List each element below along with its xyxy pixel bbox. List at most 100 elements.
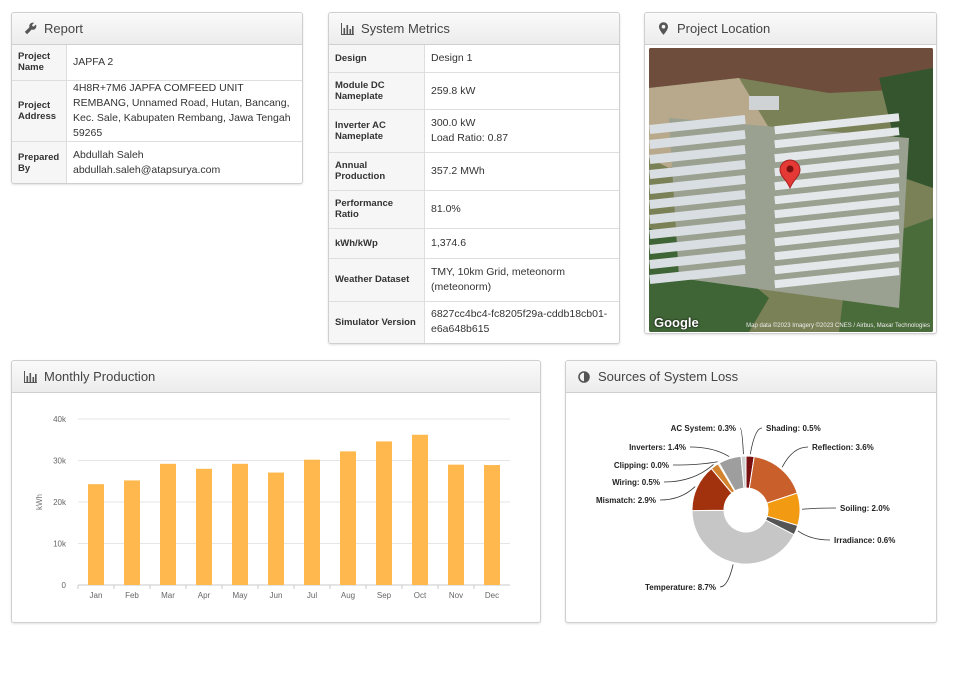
- bar-may[interactable]: [232, 463, 248, 585]
- row-label: Inverter AC Nameplate: [329, 109, 425, 153]
- row-value: 81.0%: [424, 190, 619, 229]
- bar-jan[interactable]: [88, 484, 104, 585]
- bar-nov[interactable]: [448, 464, 464, 585]
- bar-apr[interactable]: [196, 468, 212, 585]
- bar-mar[interactable]: [160, 463, 176, 585]
- x-tick-label: Jan: [90, 591, 103, 600]
- project-location-title: Project Location: [677, 21, 771, 36]
- y-tick-label: 20k: [53, 498, 67, 507]
- monthly-production-header: Monthly Production: [12, 361, 540, 393]
- x-tick-label: Sep: [377, 591, 392, 600]
- x-tick-label: Oct: [414, 591, 427, 600]
- system-metrics-panel: System Metrics Design Design 1 Module DC…: [328, 12, 620, 344]
- row-value: Design 1: [424, 45, 619, 73]
- row-subvalue: Load Ratio: 0.87: [431, 131, 509, 144]
- x-tick-label: Aug: [341, 591, 355, 600]
- pie-leader-line: [781, 446, 809, 468]
- row-label: Design: [329, 45, 425, 73]
- table-row: Project Name JAPFA 2: [12, 45, 302, 81]
- pie-leader-line: [739, 427, 744, 455]
- row-label: Module DC Nameplate: [329, 72, 425, 110]
- pie-label: Wiring: 0.5%: [612, 478, 660, 487]
- system-metrics-header: System Metrics: [329, 13, 619, 45]
- bar-oct[interactable]: [412, 434, 428, 585]
- row-value: TMY, 10km Grid, meteonorm (meteonorm): [424, 258, 619, 302]
- system-loss-panel: Sources of System Loss Shading: 0.5% Refl…: [565, 360, 937, 623]
- monthly-production-panel: Monthly Production 0 10k 20k 30k 40k kWh Jan Fe…: [11, 360, 541, 623]
- row-value: 259.8 kW: [424, 72, 619, 110]
- system-loss-title: Sources of System Loss: [598, 369, 739, 384]
- row-label: Project Address: [12, 80, 67, 142]
- project-location-header: Project Location: [645, 13, 936, 45]
- report-title: Report: [44, 21, 84, 36]
- pie-label: Inverters: 1.4%: [629, 443, 686, 452]
- x-tick-label: Jun: [270, 591, 283, 600]
- monthly-production-chart: 0 10k 20k 30k 40k kWh Jan Feb Mar Apr May Jun Jul Aug…: [35, 415, 510, 600]
- row-label: Weather Dataset: [329, 258, 425, 302]
- cut-off-header-text: [30, 0, 330, 5]
- map-marker-icon: [655, 21, 671, 37]
- x-tick-label: Apr: [198, 591, 211, 600]
- x-tick-label: Nov: [449, 591, 463, 600]
- x-tick-label: Dec: [485, 591, 499, 600]
- row-label: Project Name: [12, 45, 67, 81]
- report-table: Project Name JAPFA 2 Project Address 4H8…: [12, 45, 302, 183]
- satellite-imagery: [649, 48, 933, 332]
- report-panel: Report Project Name JAPFA 2 Project Addr…: [11, 12, 303, 184]
- wrench-icon: [22, 21, 38, 37]
- row-value: Abdullah Saleh: [73, 148, 144, 161]
- pie-label: Clipping: 0.0%: [614, 461, 669, 470]
- google-logo: Google: [654, 315, 699, 330]
- row-value: 300.0 kW: [431, 116, 476, 129]
- pie-leader-line: [797, 530, 831, 541]
- bar-dec[interactable]: [484, 465, 500, 585]
- y-tick-label: 10k: [53, 540, 67, 549]
- bar-sep[interactable]: [376, 441, 392, 585]
- pie-label: Mismatch: 2.9%: [596, 496, 656, 505]
- table-row: Design Design 1: [329, 45, 619, 73]
- report-panel-header: Report: [12, 13, 302, 45]
- row-label: Annual Production: [329, 152, 425, 191]
- satellite-map[interactable]: Google Map data ©2023 Imagery ©2023 CNES…: [649, 48, 933, 332]
- pie-label: Shading: 0.5%: [766, 424, 821, 433]
- bar-jul[interactable]: [304, 459, 320, 585]
- pie-leader-line: [659, 486, 696, 501]
- pie-leader-line: [672, 461, 718, 466]
- table-row: kWh/kWp 1,374.6: [329, 228, 619, 259]
- monthly-production-title: Monthly Production: [44, 369, 156, 384]
- row-value: JAPFA 2: [66, 45, 302, 81]
- y-tick-label: 30k: [53, 457, 67, 466]
- email-link[interactable]: abdullah.saleh@atapsurya.com: [73, 163, 296, 178]
- x-tick-label: Jul: [307, 591, 317, 600]
- map-attribution: Map data ©2023 Imagery ©2023 CNES / Airb…: [746, 323, 930, 329]
- bar-jun[interactable]: [268, 472, 284, 585]
- project-location-panel: Project Location Google Map data ©2023 I…: [644, 12, 937, 334]
- table-row: Performance Ratio 81.0%: [329, 190, 619, 229]
- x-tick-label: Mar: [161, 591, 175, 600]
- table-row: Module DC Nameplate 259.8 kW: [329, 72, 619, 110]
- table-row: Weather Dataset TMY, 10km Grid, meteonor…: [329, 258, 619, 302]
- pie-leader-line: [719, 564, 734, 588]
- system-loss-chart: Shading: 0.5% Reflection: 3.6% Soiling: 2.…: [596, 424, 895, 592]
- x-tick-label: Feb: [125, 591, 139, 600]
- bar-chart-icon: [339, 21, 355, 37]
- y-tick-label: 40k: [53, 415, 67, 424]
- table-row: Simulator Version 6827cc4bc4-fc8205f29a-…: [329, 301, 619, 343]
- row-label: Simulator Version: [329, 301, 425, 343]
- bar-feb[interactable]: [124, 480, 140, 585]
- pie-leader-line: [749, 427, 763, 455]
- pie-label: Reflection: 3.6%: [812, 443, 874, 452]
- bar-chart-icon: [22, 369, 38, 385]
- half-circle-icon: [576, 369, 592, 385]
- bar-aug[interactable]: [340, 451, 356, 585]
- pie-label: Temperature: 8.7%: [645, 583, 716, 592]
- row-value: 357.2 MWh: [424, 152, 619, 191]
- pie-leader-line: [689, 446, 730, 457]
- row-label: kWh/kWp: [329, 228, 425, 259]
- row-label: Prepared By: [12, 141, 67, 183]
- x-tick-label: May: [232, 591, 247, 600]
- table-row: Prepared By Abdullah Saleh abdullah.sale…: [12, 141, 302, 183]
- row-value: 4H8R+7M6 JAPFA COMFEED UNIT REMBANG, Unn…: [66, 80, 302, 142]
- table-row: Annual Production 357.2 MWh: [329, 152, 619, 191]
- system-loss-header: Sources of System Loss: [566, 361, 936, 393]
